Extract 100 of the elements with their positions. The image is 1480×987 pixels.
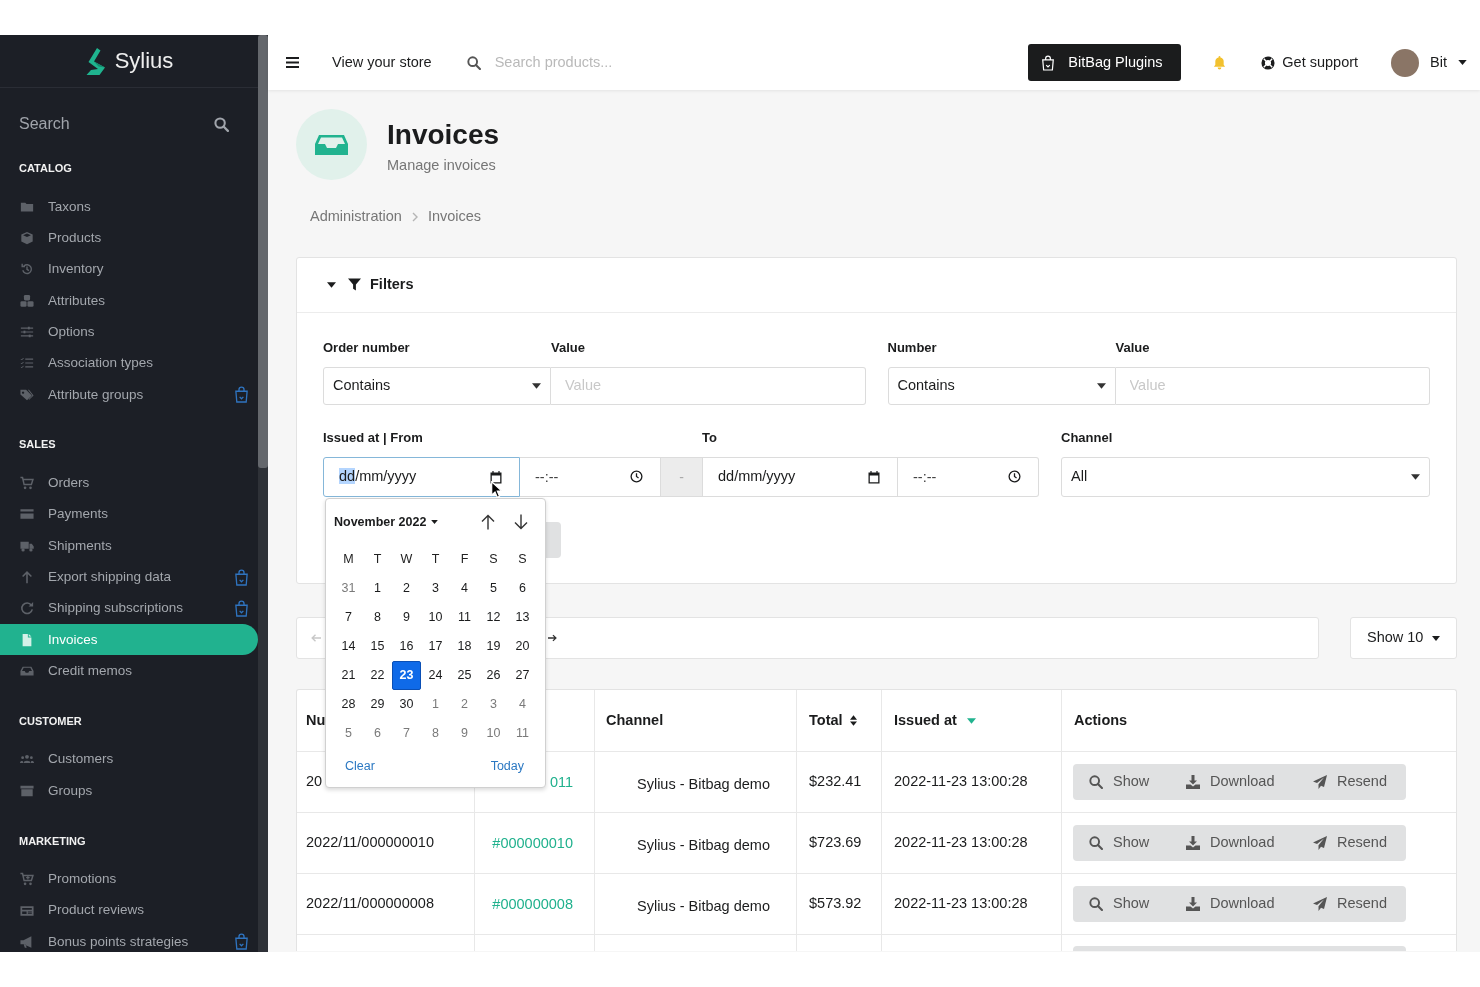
action-button[interactable]: Show <box>1073 886 1166 922</box>
calendar-day[interactable]: 6 <box>363 719 392 748</box>
calendar-day[interactable]: 16 <box>392 632 421 661</box>
calendar-day[interactable]: 31 <box>334 574 363 603</box>
calendar-day[interactable]: 4 <box>508 690 537 719</box>
sidebar-item[interactable]: Bonus points strategies <box>0 926 258 952</box>
calendar-day[interactable]: 30 <box>392 690 421 719</box>
action-button[interactable]: Resend <box>1293 886 1406 922</box>
sidebar-item[interactable]: Export shipping data <box>0 561 258 593</box>
arrow-right-icon[interactable] <box>548 634 557 642</box>
calendar-day[interactable]: 3 <box>479 690 508 719</box>
sidebar-item[interactable]: Association types <box>0 347 258 380</box>
time-input[interactable]: --:-- <box>898 457 1039 497</box>
search-field[interactable]: Search <box>19 112 214 136</box>
arrow-down-icon[interactable] <box>514 514 528 530</box>
time-input[interactable]: --:-- <box>520 457 661 497</box>
calendar-day[interactable]: 27 <box>508 661 537 690</box>
today-link[interactable]: Today <box>490 756 524 776</box>
action-button[interactable]: Download <box>1166 825 1293 861</box>
calendar-day[interactable]: 9 <box>392 603 421 632</box>
calendar-day[interactable]: 6 <box>508 574 537 603</box>
calendar-day[interactable]: 2 <box>392 574 421 603</box>
calendar-day[interactable]: 29 <box>363 690 392 719</box>
plugins-button[interactable]: BitBag Plugins <box>1028 44 1182 81</box>
action-button[interactable]: Show <box>1073 764 1166 800</box>
calendar-day[interactable]: 24 <box>421 661 450 690</box>
calendar-day[interactable]: 11 <box>450 603 479 632</box>
calendar-day[interactable]: 10 <box>421 603 450 632</box>
calendar-day[interactable]: 13 <box>508 603 537 632</box>
clear-link[interactable]: Clear <box>345 756 375 776</box>
dropdown[interactable]: Contains <box>887 367 1116 405</box>
caret-down-icon[interactable] <box>1458 60 1467 65</box>
sort-icon[interactable] <box>849 715 857 726</box>
sidebar-item[interactable]: Options <box>0 316 258 348</box>
date-input[interactable]: dd/mm/yyyy <box>323 457 520 497</box>
action-button[interactable]: Show <box>1073 825 1166 861</box>
calendar-day[interactable]: 8 <box>421 719 450 748</box>
sidebar-item[interactable]: Attribute groups <box>0 379 258 411</box>
calendar-day[interactable]: 3 <box>421 574 450 603</box>
support-link[interactable]: Get support <box>1261 51 1359 74</box>
calendar-day[interactable]: 19 <box>479 632 508 661</box>
avatar[interactable] <box>1391 48 1420 77</box>
calendar-day[interactable]: 4 <box>450 574 479 603</box>
calendar-day[interactable]: 21 <box>334 661 363 690</box>
calendar-day[interactable]: 5 <box>334 719 363 748</box>
column-header[interactable]: Total <box>809 709 843 732</box>
calendar-day[interactable]: 23 <box>392 661 421 690</box>
calendar-day[interactable]: 2 <box>450 690 479 719</box>
sidebar-item[interactable]: Attributes <box>0 285 258 317</box>
sidebar-item[interactable]: Products <box>0 222 258 254</box>
calendar-day[interactable]: 26 <box>479 661 508 690</box>
sidebar-item[interactable]: Orders <box>0 467 258 499</box>
action-button[interactable]: Download <box>1166 764 1293 800</box>
calendar-day[interactable]: 17 <box>421 632 450 661</box>
scrollbar-thumb[interactable] <box>258 35 268 468</box>
scrollbar[interactable] <box>258 35 268 952</box>
calendar-day[interactable]: 28 <box>334 690 363 719</box>
search-icon[interactable] <box>214 116 229 132</box>
sidebar-item[interactable]: Taxons <box>0 191 258 223</box>
sidebar-item[interactable]: Promotions <box>0 863 258 895</box>
column-header[interactable]: Issued at <box>894 709 957 732</box>
store-link[interactable]: View your store <box>332 51 432 74</box>
user-name[interactable]: Bit <box>1430 51 1447 74</box>
per-page-dropdown[interactable]: Show 10 <box>1350 617 1457 659</box>
calendar-day[interactable]: 14 <box>334 632 363 661</box>
search-field[interactable]: Search products... <box>494 51 795 74</box>
calendar-day[interactable]: 20 <box>508 632 537 661</box>
calendar-day[interactable]: 18 <box>450 632 479 661</box>
arrow-up-icon[interactable] <box>481 514 495 530</box>
calendar-day[interactable]: 10 <box>479 719 508 748</box>
action-button[interactable]: Download <box>1166 886 1293 922</box>
calendar-day[interactable]: 1 <box>421 690 450 719</box>
calendar-day[interactable]: 12 <box>479 603 508 632</box>
dropdown[interactable]: Contains <box>323 367 551 405</box>
sidebar-item[interactable]: Groups <box>0 775 258 807</box>
menu-icon[interactable] <box>286 57 299 68</box>
sidebar-item[interactable]: Shipments <box>0 530 258 562</box>
sidebar-item[interactable]: Inventory <box>0 253 258 286</box>
sidebar-item[interactable]: Customers <box>0 743 258 776</box>
sidebar-item[interactable]: Credit memos <box>0 655 258 687</box>
calendar-day[interactable]: 5 <box>479 574 508 603</box>
sidebar-item[interactable]: Payments <box>0 498 258 531</box>
calendar-day[interactable]: 25 <box>450 661 479 690</box>
breadcrumb-link[interactable]: Administration <box>310 206 402 228</box>
action-button[interactable]: Resend <box>1293 764 1406 800</box>
calendar-day[interactable]: 22 <box>363 661 392 690</box>
calendar-day[interactable]: 9 <box>450 719 479 748</box>
action-button[interactable]: Resend <box>1293 825 1406 861</box>
calendar-day[interactable]: 8 <box>363 603 392 632</box>
sidebar-item[interactable]: Product reviews <box>0 894 258 927</box>
month-select[interactable]: November 2022 <box>334 512 439 532</box>
date-input[interactable]: dd/mm/yyyy <box>702 457 898 497</box>
dropdown[interactable]: All <box>1061 457 1430 497</box>
filters-title[interactable]: Filters <box>370 274 414 296</box>
calendar-day[interactable]: 15 <box>363 632 392 661</box>
calendar-day[interactable]: 7 <box>392 719 421 748</box>
sidebar-item[interactable]: Shipping subscriptions <box>0 592 258 625</box>
calendar-day[interactable]: 7 <box>334 603 363 632</box>
caret-down-icon[interactable] <box>327 282 336 288</box>
calendar-day[interactable]: 11 <box>508 719 537 748</box>
